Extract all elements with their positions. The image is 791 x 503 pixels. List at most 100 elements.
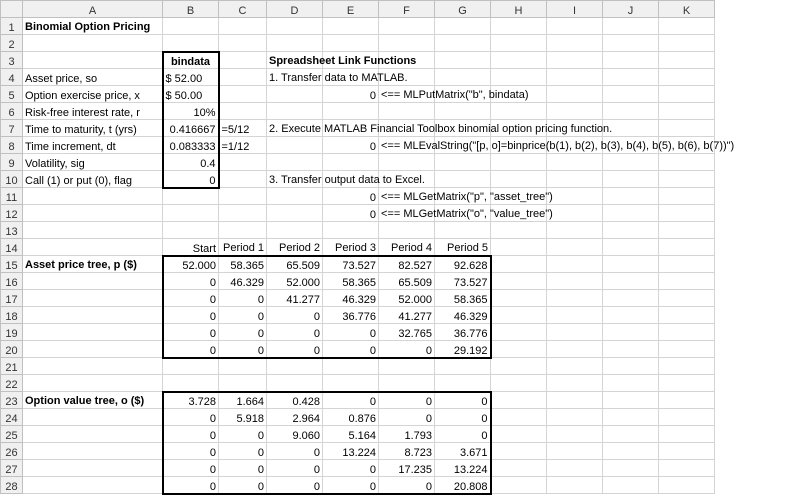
value-tree-cell[interactable]: 1.793 bbox=[379, 426, 435, 443]
asset-tree-cell[interactable]: 92.628 bbox=[435, 256, 491, 273]
row-7[interactable]: 7 bbox=[1, 120, 23, 137]
value-tree-cell[interactable]: 0 bbox=[219, 443, 267, 460]
row-21[interactable]: 21 bbox=[1, 358, 23, 375]
row-4[interactable]: 4 bbox=[1, 69, 23, 86]
row-9[interactable]: 9 bbox=[1, 154, 23, 171]
value-tree-cell[interactable]: 3.671 bbox=[435, 443, 491, 460]
flag-label[interactable]: Call (1) or put (0), flag bbox=[23, 171, 163, 188]
maturity-value[interactable]: 0.416667 bbox=[163, 120, 219, 137]
asset-tree-cell[interactable]: 82.527 bbox=[379, 256, 435, 273]
row-11[interactable]: 11 bbox=[1, 188, 23, 205]
asset-tree-cell[interactable]: 41.277 bbox=[267, 290, 323, 307]
asset-tree-cell[interactable]: 32.765 bbox=[379, 324, 435, 341]
col-E[interactable]: E bbox=[323, 1, 379, 18]
asset-tree-cell[interactable]: 46.329 bbox=[435, 307, 491, 324]
increment-value[interactable]: 0.083333 bbox=[163, 137, 219, 154]
maturity-label[interactable]: Time to maturity, t (yrs) bbox=[23, 120, 163, 137]
row-13[interactable]: 13 bbox=[1, 222, 23, 239]
row-5[interactable]: 5 bbox=[1, 86, 23, 103]
page-title[interactable]: Binomial Option Pricing bbox=[23, 18, 163, 35]
asset-tree-cell[interactable]: 0 bbox=[323, 324, 379, 341]
value-tree-cell[interactable]: 0.876 bbox=[323, 409, 379, 426]
value-tree-cell[interactable]: 0 bbox=[435, 426, 491, 443]
asset-tree-cell[interactable]: 0 bbox=[163, 341, 219, 358]
asset-tree-cell[interactable]: 52.000 bbox=[379, 290, 435, 307]
value-tree-cell[interactable]: 3.728 bbox=[163, 392, 219, 409]
value-tree-cell[interactable]: 2.964 bbox=[267, 409, 323, 426]
value-tree-cell[interactable]: 0 bbox=[323, 477, 379, 494]
col-H[interactable]: H bbox=[491, 1, 547, 18]
step2-text[interactable]: 2. Execute MATLAB Financial Toolbox bino… bbox=[267, 120, 323, 137]
step3a-result[interactable]: 0 bbox=[323, 188, 379, 205]
exercise-label[interactable]: Option exercise price, x bbox=[23, 86, 163, 103]
row-14[interactable]: 14 bbox=[1, 239, 23, 256]
asset-tree-cell[interactable]: 0 bbox=[163, 307, 219, 324]
asset-tree-cell[interactable]: 0 bbox=[163, 324, 219, 341]
row-28[interactable]: 28 bbox=[1, 477, 23, 494]
period-2[interactable]: Period 2 bbox=[267, 239, 323, 256]
vol-value[interactable]: 0.4 bbox=[163, 154, 219, 171]
row-22[interactable]: 22 bbox=[1, 375, 23, 392]
asset-tree-cell[interactable]: 46.329 bbox=[323, 290, 379, 307]
row-10[interactable]: 10 bbox=[1, 171, 23, 188]
asset-tree-cell[interactable]: 0 bbox=[267, 307, 323, 324]
value-tree-cell[interactable]: 0 bbox=[163, 409, 219, 426]
row-16[interactable]: 16 bbox=[1, 273, 23, 290]
step1-text[interactable]: 1. Transfer data to MATLAB. bbox=[267, 69, 323, 86]
asset-tree-cell[interactable]: 41.277 bbox=[379, 307, 435, 324]
row-18[interactable]: 18 bbox=[1, 307, 23, 324]
row-27[interactable]: 27 bbox=[1, 460, 23, 477]
period-1[interactable]: Period 1 bbox=[219, 239, 267, 256]
value-tree-cell[interactable]: 0 bbox=[163, 443, 219, 460]
period-3[interactable]: Period 3 bbox=[323, 239, 379, 256]
asset-tree-cell[interactable]: 0 bbox=[219, 290, 267, 307]
value-tree-cell[interactable]: 0 bbox=[379, 477, 435, 494]
asset-tree-cell[interactable]: 0 bbox=[323, 341, 379, 358]
value-tree-cell[interactable]: 0 bbox=[267, 460, 323, 477]
flag-value[interactable]: 0 bbox=[163, 171, 219, 188]
asset-tree-cell[interactable]: 46.329 bbox=[219, 273, 267, 290]
row-25[interactable]: 25 bbox=[1, 426, 23, 443]
bindata-label[interactable]: bindata bbox=[163, 52, 219, 69]
value-tree-cell[interactable]: 13.224 bbox=[323, 443, 379, 460]
increment-label[interactable]: Time increment, dt bbox=[23, 137, 163, 154]
asset-tree-cell[interactable]: 73.527 bbox=[323, 256, 379, 273]
asset-tree-cell[interactable]: 58.365 bbox=[219, 256, 267, 273]
col-B[interactable]: B bbox=[163, 1, 219, 18]
col-G[interactable]: G bbox=[435, 1, 491, 18]
step2-call[interactable]: <== MLEvalString("[p, o]=binprice(b(1), … bbox=[379, 137, 435, 154]
row-6[interactable]: 6 bbox=[1, 103, 23, 120]
maturity-formula[interactable]: =5/12 bbox=[219, 120, 267, 137]
asset-tree-cell[interactable]: 0 bbox=[219, 307, 267, 324]
row-23[interactable]: 23 bbox=[1, 392, 23, 409]
asset-tree-cell[interactable]: 0 bbox=[219, 341, 267, 358]
asset-tree-cell[interactable]: 52.000 bbox=[267, 273, 323, 290]
asset-tree-cell[interactable]: 36.776 bbox=[435, 324, 491, 341]
step3b-result[interactable]: 0 bbox=[323, 205, 379, 222]
value-tree-cell[interactable]: 1.664 bbox=[219, 392, 267, 409]
value-tree-cell[interactable]: 0 bbox=[219, 477, 267, 494]
asset-tree-cell[interactable]: 0 bbox=[163, 290, 219, 307]
value-tree-cell[interactable]: 5.164 bbox=[323, 426, 379, 443]
row-1[interactable]: 1 bbox=[1, 18, 23, 35]
value-tree-cell[interactable]: 13.224 bbox=[435, 460, 491, 477]
value-tree-cell[interactable]: 20.808 bbox=[435, 477, 491, 494]
vol-label[interactable]: Volatility, sig bbox=[23, 154, 163, 171]
row-20[interactable]: 20 bbox=[1, 341, 23, 358]
row-2[interactable]: 2 bbox=[1, 35, 23, 52]
value-tree-cell[interactable]: 0 bbox=[323, 392, 379, 409]
col-A[interactable]: A bbox=[23, 1, 163, 18]
value-tree-cell[interactable]: 0 bbox=[219, 460, 267, 477]
row-24[interactable]: 24 bbox=[1, 409, 23, 426]
row-15[interactable]: 15 bbox=[1, 256, 23, 273]
asset-tree-cell[interactable]: 36.776 bbox=[323, 307, 379, 324]
step1-call[interactable]: <== MLPutMatrix("b", bindata) bbox=[379, 86, 435, 103]
value-tree-cell[interactable]: 0 bbox=[435, 409, 491, 426]
row-3[interactable]: 3 bbox=[1, 52, 23, 69]
rate-label[interactable]: Risk-free interest rate, r bbox=[23, 103, 163, 120]
step3a-call[interactable]: <== MLGetMatrix("p", "asset_tree") bbox=[379, 188, 435, 205]
exercise-value[interactable]: $ 50.00 bbox=[163, 86, 219, 103]
step2-result[interactable]: 0 bbox=[323, 137, 379, 154]
asset-tree-cell[interactable]: 29.192 bbox=[435, 341, 491, 358]
col-I[interactable]: I bbox=[547, 1, 603, 18]
